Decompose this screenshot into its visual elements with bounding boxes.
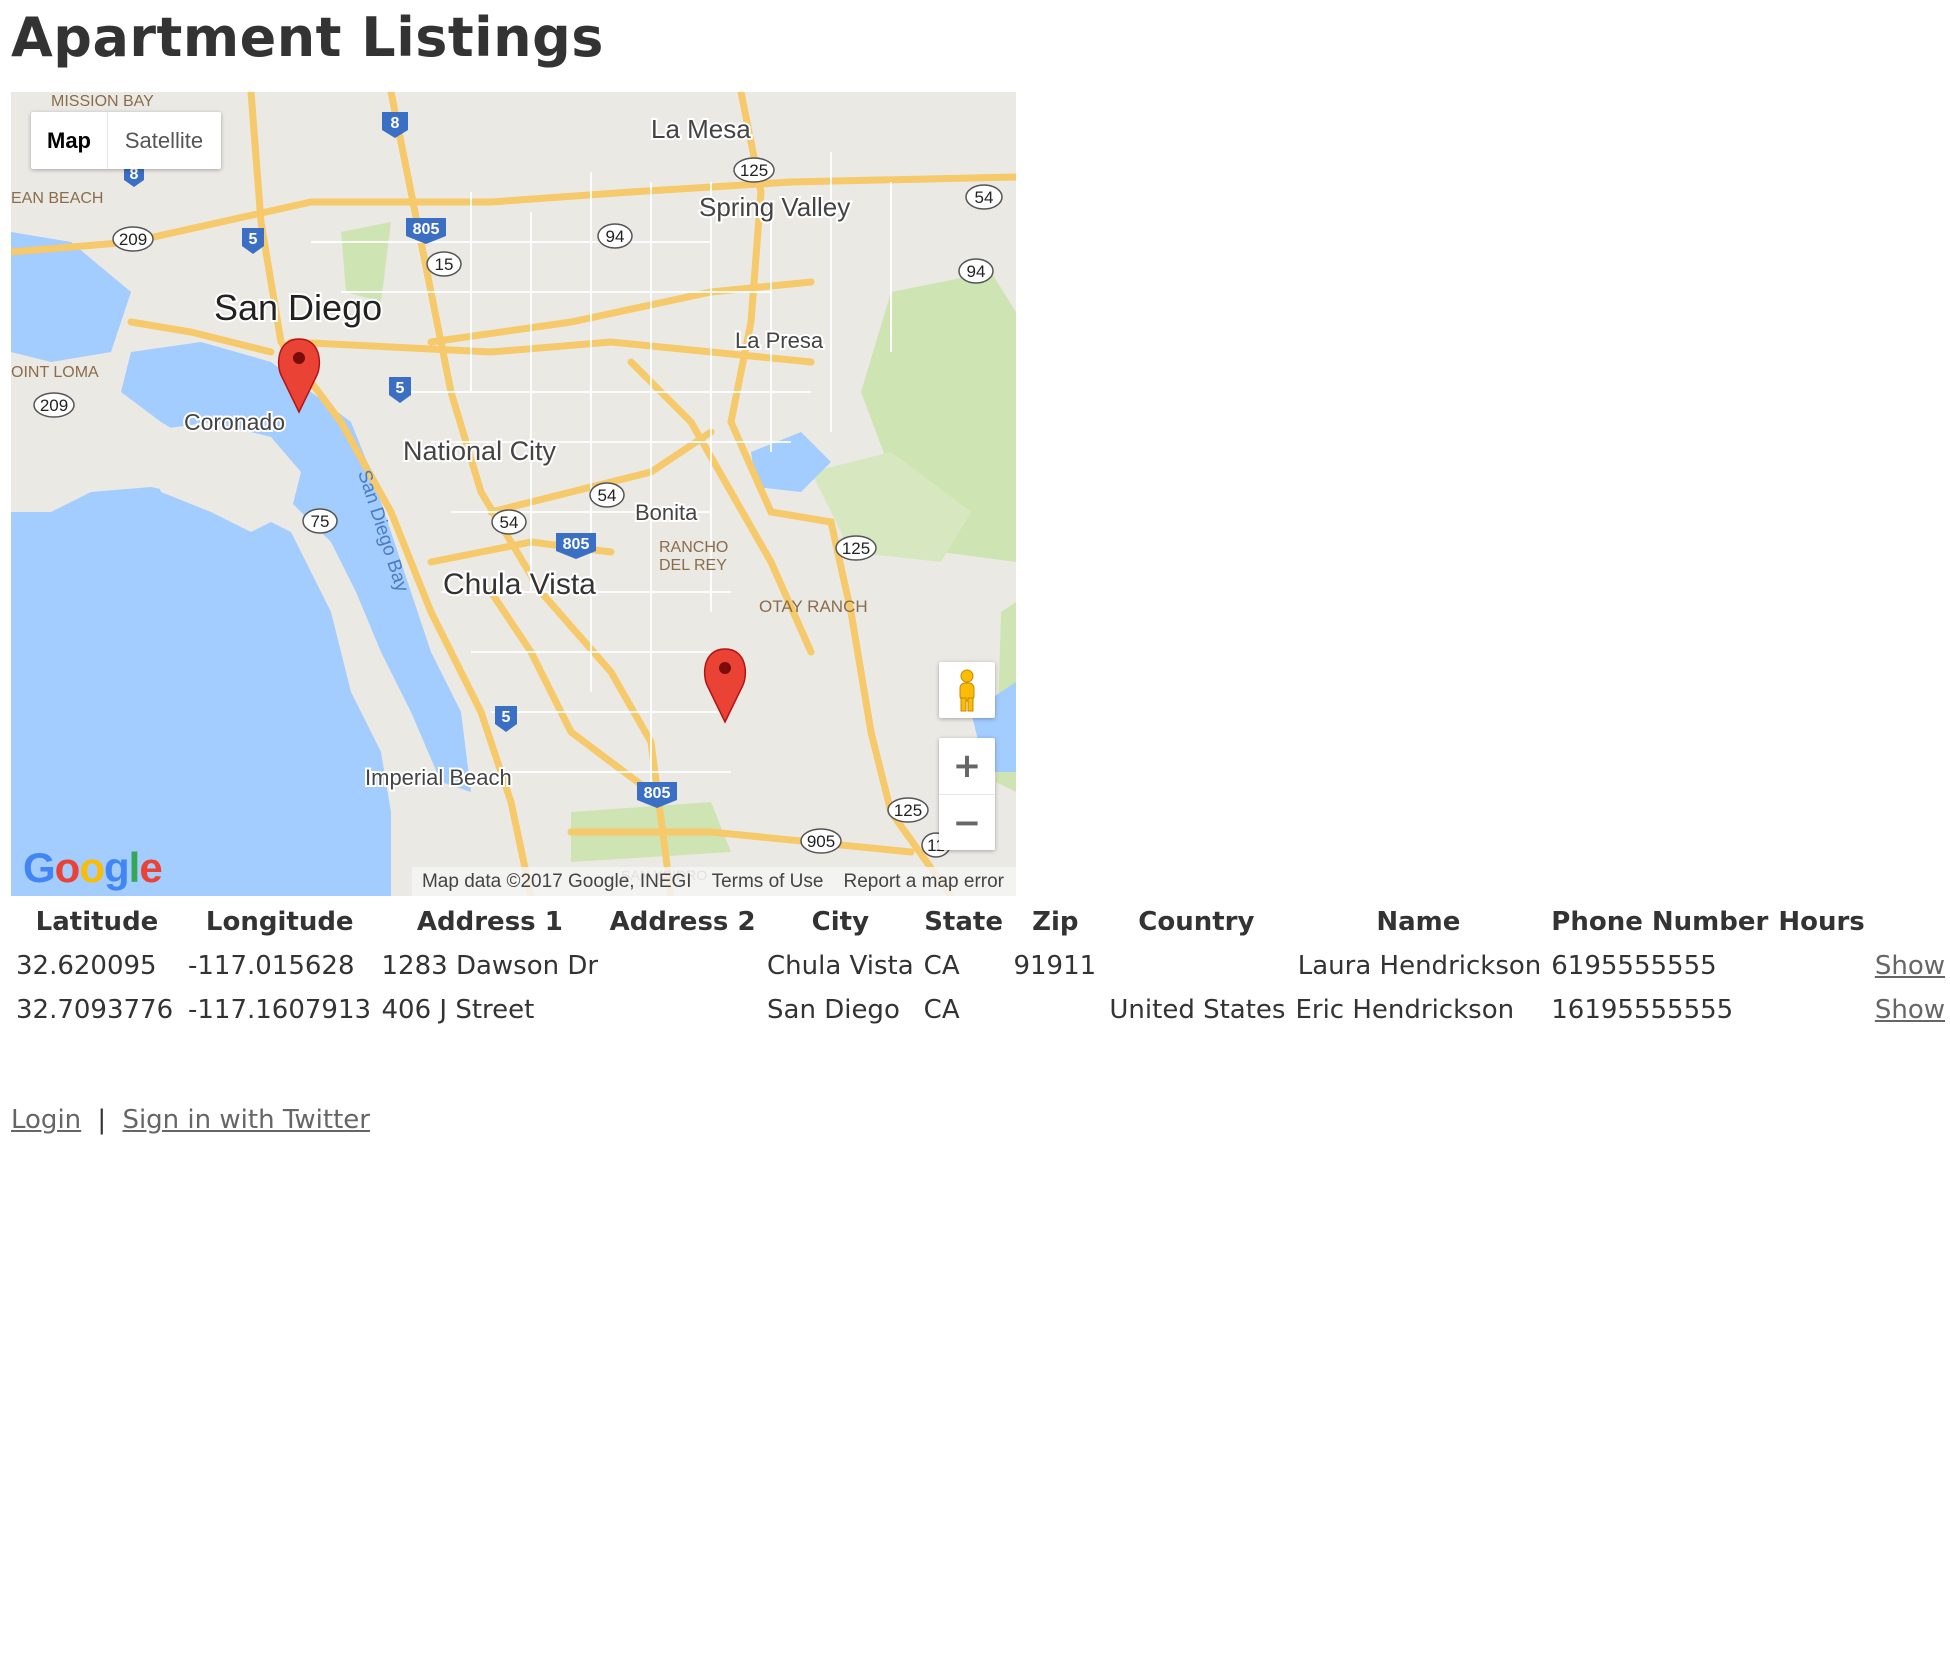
header-hours: Hours: [1778, 907, 1865, 937]
svg-text:San Diego: San Diego: [214, 287, 382, 328]
cell-latitude: 32.7093776: [16, 995, 174, 1025]
svg-text:RANCHO: RANCHO: [659, 539, 728, 556]
link-separator: |: [97, 1105, 107, 1135]
google-logo[interactable]: Google: [23, 844, 163, 892]
footer-links: Login | Sign in with Twitter: [11, 1105, 370, 1135]
cell-zip: [1008, 988, 1102, 1032]
svg-text:La Mesa: La Mesa: [651, 114, 751, 144]
report-map-error-link[interactable]: Report a map error: [843, 871, 1004, 893]
svg-text:MISSION BAY: MISSION BAY: [51, 93, 154, 110]
show-link[interactable]: Show: [1875, 995, 1945, 1025]
svg-text:805: 805: [644, 785, 671, 802]
header-address2: Address 2: [609, 907, 756, 937]
svg-text:8: 8: [391, 115, 400, 132]
listings-table: Latitude Longitude Address 1 Address 2 C…: [11, 900, 1950, 1032]
svg-text:EAN BEACH: EAN BEACH: [11, 190, 103, 207]
svg-text:Coronado: Coronado: [184, 409, 285, 435]
cell-address1: 406 J Street: [381, 995, 535, 1025]
svg-text:125: 125: [894, 801, 922, 820]
header-actions: [1870, 900, 1950, 944]
cell-address2: [603, 988, 762, 1032]
cell-longitude: -117.1607913: [187, 995, 372, 1025]
header-state: State: [924, 907, 1003, 937]
header-zip: Zip: [1032, 907, 1079, 937]
zoom-out-icon[interactable]: −: [939, 795, 995, 851]
map-data-credit: Map data ©2017 Google, INEGI: [421, 870, 692, 892]
map[interactable]: 125 54 94 94 15 209 209 54 54 75 125 125 905 11…: [11, 92, 1016, 896]
map-type-control: Map Satellite: [31, 112, 221, 169]
header-city: City: [811, 907, 870, 937]
svg-text:805: 805: [413, 221, 440, 238]
svg-text:DEL REY: DEL REY: [659, 557, 727, 574]
cell-name: Eric Hendrickson: [1295, 995, 1515, 1025]
svg-text:OTAY RANCH: OTAY RANCH: [759, 597, 868, 616]
login-link[interactable]: Login: [11, 1105, 81, 1135]
svg-text:125: 125: [842, 539, 870, 558]
svg-text:15: 15: [435, 255, 454, 274]
svg-text:75: 75: [311, 512, 330, 531]
cell-hours: [1773, 944, 1869, 988]
cell-hours: [1773, 988, 1869, 1032]
svg-text:Spring Valley: Spring Valley: [699, 192, 850, 222]
cell-phone: 6195555555: [1551, 951, 1717, 981]
cell-country: United States: [1109, 995, 1286, 1025]
svg-text:5: 5: [396, 380, 405, 397]
svg-text:Bonita: Bonita: [635, 500, 698, 525]
cell-city: San Diego: [767, 995, 900, 1025]
pegman-icon[interactable]: [939, 662, 995, 718]
cell-phone: 16195555555: [1551, 995, 1734, 1025]
cell-address1: 1283 Dawson Dr: [381, 951, 599, 981]
cell-address2: [603, 944, 762, 988]
cell-latitude: 32.620095: [16, 951, 157, 981]
cell-state: CA: [923, 995, 960, 1025]
svg-text:209: 209: [40, 396, 68, 415]
header-latitude: Latitude: [35, 907, 159, 937]
header-country: Country: [1138, 907, 1255, 937]
cell-zip: 91911: [1013, 951, 1097, 981]
svg-text:OINT LOMA: OINT LOMA: [11, 364, 99, 381]
table-row: 32.620095 -117.015628 1283 Dawson Dr Chu…: [11, 944, 1950, 988]
svg-text:5: 5: [502, 709, 511, 726]
map-attribution: Map data ©2017 Google, INEGI Terms of Us…: [411, 867, 1016, 896]
svg-text:905: 905: [807, 832, 835, 851]
svg-text:125: 125: [740, 161, 768, 180]
show-link[interactable]: Show: [1875, 951, 1945, 981]
svg-text:54: 54: [598, 486, 617, 505]
svg-text:Imperial Beach: Imperial Beach: [365, 765, 512, 790]
cell-city: Chula Vista: [767, 951, 914, 981]
svg-text:94: 94: [606, 227, 625, 246]
sign-in-with-twitter-link[interactable]: Sign in with Twitter: [122, 1105, 370, 1135]
svg-text:La Presa: La Presa: [735, 328, 824, 353]
table-row: 32.7093776 -117.1607913 406 J Street San…: [11, 988, 1950, 1032]
page-title: Apartment Listings: [11, 6, 604, 69]
header-longitude: Longitude: [205, 907, 354, 937]
svg-text:209: 209: [119, 230, 147, 249]
header-name: Name: [1376, 907, 1461, 937]
svg-text:805: 805: [563, 536, 590, 553]
header-phone-number: Phone Number: [1551, 907, 1769, 937]
map-canvas[interactable]: 12554 9494 15209 20954 5475 125125 905 11…: [11, 92, 1016, 896]
svg-text:94: 94: [967, 262, 986, 281]
zoom-control: + −: [939, 738, 995, 850]
cell-name: Laura Hendrickson: [1297, 951, 1542, 981]
cell-state: CA: [923, 951, 960, 981]
svg-text:National City: National City: [403, 436, 557, 466]
map-type-satellite-button[interactable]: Satellite: [108, 112, 220, 169]
table-header-row: Latitude Longitude Address 1 Address 2 C…: [11, 900, 1950, 944]
svg-text:Chula Vista: Chula Vista: [443, 568, 596, 601]
svg-text:5: 5: [249, 231, 258, 248]
zoom-in-icon[interactable]: +: [939, 738, 995, 795]
cell-longitude: -117.015628: [187, 951, 355, 981]
cell-country: [1102, 944, 1290, 988]
svg-text:54: 54: [975, 188, 994, 207]
svg-text:54: 54: [500, 513, 519, 532]
header-address1: Address 1: [416, 907, 563, 937]
map-type-map-button[interactable]: Map: [31, 112, 108, 169]
terms-of-use-link[interactable]: Terms of Use: [712, 871, 824, 893]
